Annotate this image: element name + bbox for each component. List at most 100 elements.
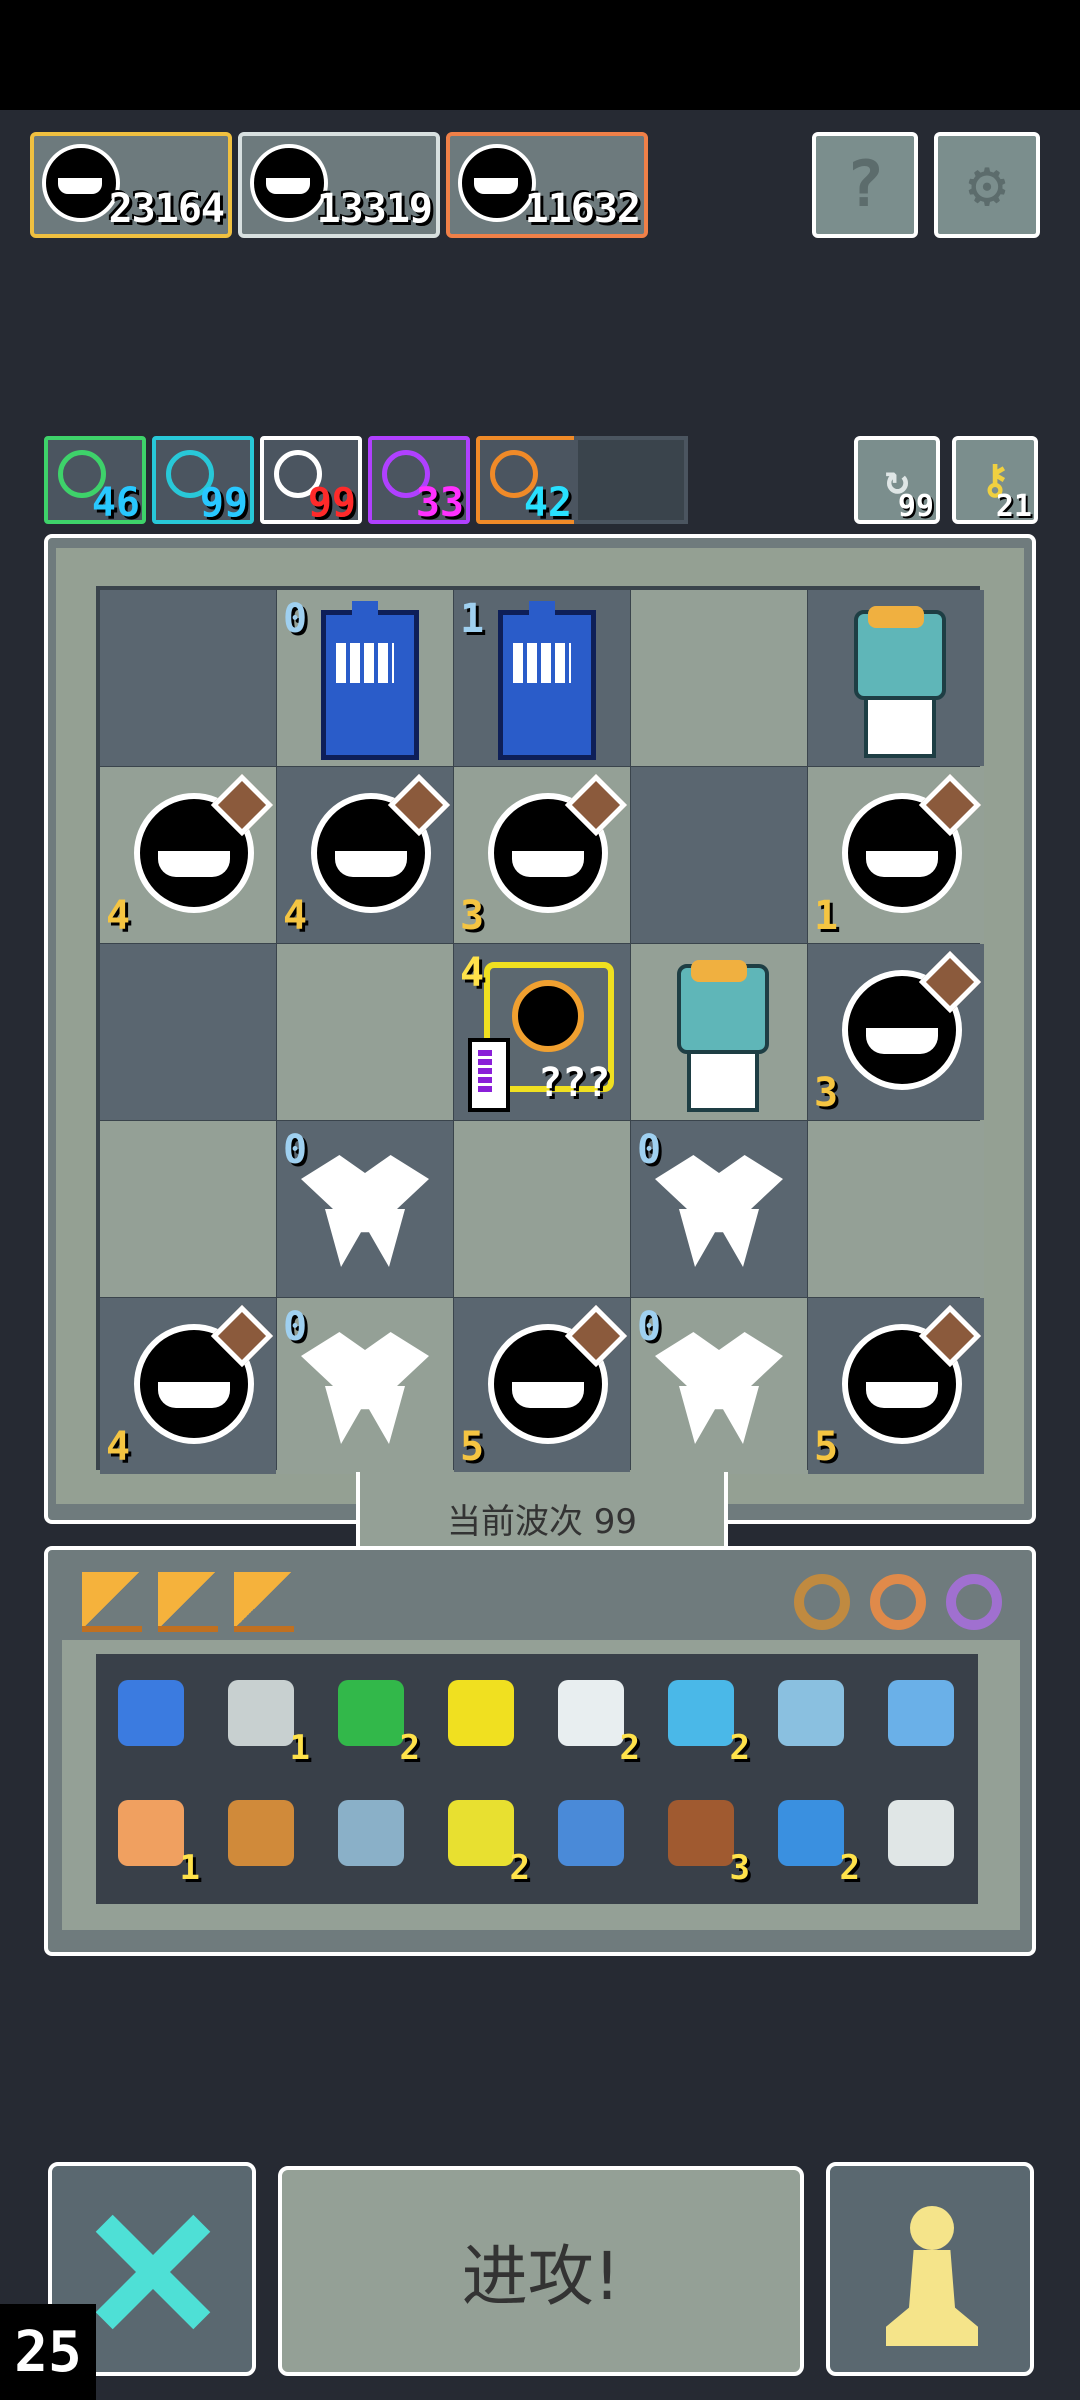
pawn-button[interactable]	[826, 2162, 1034, 2376]
unit-level: 4	[106, 893, 131, 939]
board-cell[interactable]: 0	[631, 1298, 807, 1474]
item-count: 2	[399, 1728, 420, 1768]
board-cell[interactable]: 0	[277, 590, 453, 766]
board-cell[interactable]: 0	[631, 1121, 807, 1297]
resource-slot: 99	[260, 436, 362, 526]
unit-level: 0	[283, 1127, 308, 1173]
eye-device-icon	[888, 1800, 954, 1866]
book-icon	[668, 1800, 734, 1866]
inventory-item[interactable]	[426, 1662, 536, 1772]
board-cell[interactable]: 0	[277, 1121, 453, 1297]
board-cell[interactable]: 4	[100, 767, 276, 943]
inventory-item[interactable]	[536, 1782, 646, 1892]
board-cell[interactable]	[631, 944, 807, 1120]
board-cell[interactable]: 1	[454, 590, 630, 766]
inventory-item[interactable]	[316, 1782, 426, 1892]
board-cell[interactable]	[100, 590, 276, 766]
board-cell[interactable]	[277, 944, 453, 1120]
inventory-item[interactable]: 3	[646, 1782, 756, 1892]
potion-flask-icon	[448, 1680, 514, 1746]
settings-button[interactable]: ⚙	[934, 132, 1040, 238]
unit-level: 4	[283, 893, 308, 939]
merge-board: 0 1 4 4 3 1??? 4 3 0 0 4 0 5 0 5	[96, 586, 984, 1474]
inventory-item[interactable]	[756, 1662, 866, 1772]
bottle-icon	[778, 1680, 844, 1746]
item-count: 2	[509, 1848, 530, 1888]
board-cell[interactable]: 4	[100, 1298, 276, 1474]
resource-count: 42	[523, 480, 572, 526]
inventory-item[interactable]: 2	[316, 1662, 426, 1772]
unit-level: 1	[814, 893, 839, 939]
pawn-icon	[886, 2206, 978, 2346]
boost-triangle-icon	[234, 1572, 294, 1632]
board-cell[interactable]: ??? 4	[454, 944, 630, 1120]
goblin-coat	[864, 696, 936, 758]
chip-icon	[448, 1800, 514, 1866]
board-cell[interactable]	[631, 590, 807, 766]
board-cell[interactable]: 0	[277, 1298, 453, 1474]
bomb-bottle-unit	[134, 1324, 254, 1444]
attack-button[interactable]: 进攻!	[278, 2166, 804, 2376]
score-value: 13319	[316, 186, 433, 232]
help-button[interactable]: ?	[812, 132, 918, 238]
score-card: 13319	[238, 132, 440, 238]
unit-level: 3	[814, 1070, 839, 1116]
key-button[interactable]: ⚷ 21	[952, 436, 1038, 524]
blue-machine-icon	[338, 1800, 404, 1866]
reroll-button[interactable]: ↻ 99	[854, 436, 940, 524]
bomb-bottle-unit	[311, 793, 431, 913]
inventory-item[interactable]	[96, 1662, 206, 1772]
inventory-item[interactable]: 1	[206, 1662, 316, 1772]
item-count: 2	[729, 1728, 750, 1768]
resource-slot: 46	[44, 436, 146, 526]
boost-triangle-icon	[158, 1572, 218, 1632]
inventory-item[interactable]: 2	[536, 1662, 646, 1772]
inventory-item[interactable]: 2	[646, 1662, 756, 1772]
ring-icon[interactable]	[870, 1574, 926, 1630]
orange-token-icon	[118, 1800, 184, 1866]
unit-level: 4	[460, 950, 485, 996]
inventory-item[interactable]: 2	[756, 1782, 866, 1892]
cloud-icon	[558, 1680, 624, 1746]
ring-icon[interactable]	[946, 1574, 1002, 1630]
board-cell[interactable]: 3	[454, 767, 630, 943]
board-cell[interactable]	[631, 767, 807, 943]
bomb-bottle-unit	[488, 793, 608, 913]
resource-slot: 33	[368, 436, 470, 526]
board-cell[interactable]: 3	[808, 944, 984, 1120]
inventory-item[interactable]	[866, 1662, 976, 1772]
inventory-item[interactable]: 2	[426, 1782, 536, 1892]
water-drop-icon	[778, 1800, 844, 1866]
board-cell[interactable]	[100, 1121, 276, 1297]
unit-level: 0	[637, 1127, 662, 1173]
moth-unit	[655, 1332, 783, 1444]
board-cell[interactable]: 1	[808, 767, 984, 943]
police-box-unit	[498, 601, 596, 760]
inventory-item[interactable]	[206, 1782, 316, 1892]
inventory-item[interactable]	[866, 1782, 976, 1892]
ring-icon[interactable]	[794, 1574, 850, 1630]
board-cell[interactable]	[454, 1121, 630, 1297]
goblin-coat	[687, 1050, 759, 1112]
board-cell[interactable]: 4	[277, 767, 453, 943]
board-cell[interactable]: 5	[454, 1298, 630, 1474]
board-cell[interactable]: 5	[808, 1298, 984, 1474]
reroll-count: 99	[897, 489, 934, 524]
bomb-bottle-unit	[842, 793, 962, 913]
star-wand-icon	[228, 1800, 294, 1866]
inventory-item[interactable]: 1	[96, 1782, 206, 1892]
goblin-head	[854, 606, 946, 700]
score-card: 23164	[30, 132, 232, 238]
resource-slot: 42	[476, 436, 578, 526]
police-box-unit	[321, 601, 419, 760]
black-hole-icon	[512, 980, 584, 1052]
board-cell[interactable]	[808, 590, 984, 766]
close-icon	[92, 2210, 214, 2332]
board-cell[interactable]	[100, 944, 276, 1120]
resource-empty-slot	[574, 436, 688, 524]
unit-level: 0	[283, 1304, 308, 1350]
item-count: 3	[729, 1848, 750, 1888]
unit-level: 3	[460, 893, 485, 939]
board-cell[interactable]	[808, 1121, 984, 1297]
unit-level: 4	[106, 1424, 131, 1470]
